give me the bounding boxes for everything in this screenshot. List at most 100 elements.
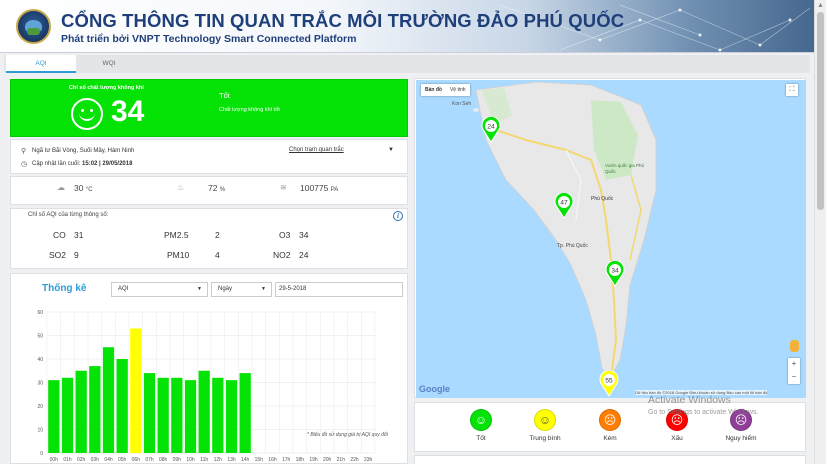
aqi-label: Chỉ số chất lượng không khí — [69, 85, 144, 91]
info-icon[interactable]: i — [393, 211, 403, 221]
y-tick-label: 50 — [37, 334, 43, 340]
chart-bar — [171, 377, 183, 453]
smile-icon: ☺ — [470, 409, 492, 431]
station-marker[interactable]: 55 — [599, 371, 619, 397]
period-select-value: Ngày — [218, 286, 233, 292]
station-marker[interactable]: 47 — [554, 193, 574, 219]
x-tick-label: 17h — [282, 457, 291, 463]
x-tick-label: 12h — [214, 457, 223, 463]
island-map[interactable] — [416, 80, 806, 398]
component-value: 4 — [215, 250, 220, 260]
tab-aqi[interactable]: AQI — [6, 55, 76, 73]
temperature-value: 30 — [74, 183, 84, 193]
marker-value: 55 — [605, 378, 613, 385]
legend-label: Trung bình — [529, 435, 561, 442]
smile-icon — [71, 98, 103, 130]
y-tick-label: 60 — [37, 310, 43, 316]
y-tick-label: 10 — [37, 428, 43, 434]
map-label: Kon Seh — [452, 101, 472, 107]
type-select[interactable]: AQI ▼ — [111, 282, 208, 297]
page-title: CỔNG THÔNG TIN QUAN TRẮC MÔI TRƯỜNG ĐẢO … — [61, 10, 625, 31]
x-tick-label: 05h — [118, 457, 127, 463]
pressure-unit: PA — [330, 187, 339, 193]
location-panel: ⚲ Ngã tư Bãi Vòng, Suối Mây, Hàm Ninh ◷ … — [10, 139, 408, 174]
humidity-unit: % — [219, 187, 226, 193]
google-logo: Google — [419, 384, 450, 394]
temperature-reading: 30 °C — [74, 183, 93, 193]
x-tick-label: 15h — [255, 457, 264, 463]
x-tick-label: 04h — [104, 457, 113, 463]
windows-watermark-title: Activate Windows — [648, 394, 731, 406]
chart-bar — [48, 380, 60, 453]
map-view-button[interactable]: Bản đồ — [421, 84, 446, 96]
y-tick-label: 20 — [37, 404, 43, 410]
y-tick-label: 40 — [37, 357, 43, 363]
x-tick-label: 21h — [337, 457, 346, 463]
component-value: 24 — [299, 250, 309, 260]
sad-icon: ☹ — [599, 409, 621, 431]
component-name: SO2 — [49, 250, 67, 260]
last-updated-value: 15:02 | 29/05/2018 — [82, 161, 133, 167]
station-marker[interactable]: 34 — [605, 261, 625, 287]
scroll-thumb[interactable] — [817, 12, 824, 210]
marker-value: 24 — [487, 124, 495, 131]
page-scrollbar[interactable]: ▲ — [814, 0, 826, 464]
street-view-icon[interactable] — [790, 340, 799, 352]
station-address: Ngã tư Bãi Vòng, Suối Mây, Hàm Ninh — [32, 148, 135, 154]
station-select[interactable]: Chọn trạm quan trắc — [289, 147, 344, 153]
aqi-value: 34 — [111, 95, 145, 128]
map-type-control[interactable]: Bản đồ Vệ tinh — [421, 84, 470, 96]
x-tick-label: 01h — [63, 457, 72, 463]
marker-value: 47 — [560, 200, 568, 207]
x-tick-label: 23h — [364, 457, 373, 463]
component-name: NO2 — [273, 250, 291, 260]
aqi-description: Chất lượng không khí tốt — [219, 107, 280, 113]
windows-watermark-text: Go to Settings to activate Windows. — [648, 409, 759, 416]
legend-item: ☺ Trung bình — [520, 409, 570, 442]
aqi-status: Tốt — [219, 91, 230, 100]
chart-bar — [61, 377, 74, 453]
legend-item: ☺ Tốt — [456, 409, 506, 442]
last-updated: Cập nhật lần cuối: 15:02 | 29/05/2018 — [32, 161, 132, 167]
page-header: CỔNG THÔNG TIN QUAN TRẮC MÔI TRƯỜNG ĐẢO … — [0, 0, 814, 53]
zoom-out-icon[interactable]: − — [788, 371, 800, 384]
station-marker[interactable]: 24 — [481, 117, 501, 143]
zoom-in-icon[interactable]: + — [788, 358, 800, 371]
chart-bar — [212, 377, 224, 453]
zoom-control[interactable]: + − — [788, 358, 800, 384]
component-value: 31 — [74, 230, 84, 240]
chevron-down-icon[interactable]: ▼ — [388, 147, 394, 153]
legend-label: Tốt — [476, 435, 486, 442]
tab-bar: AQI WQI — [4, 55, 810, 73]
chart-bar — [184, 380, 197, 453]
fullscreen-icon[interactable]: ⛶ — [786, 84, 798, 96]
components-panel: Chỉ số AQI của từng thông số: i CO 31 PM… — [10, 208, 408, 269]
component-value: 2 — [215, 230, 220, 240]
component-name: CO — [53, 230, 66, 240]
component-name: PM2.5 — [164, 230, 189, 240]
marker-value: 34 — [611, 268, 619, 275]
chevron-down-icon: ▼ — [197, 286, 202, 292]
chart-bar — [157, 377, 169, 453]
map-panel[interactable]: Bản đồ Vệ tinh ⛶ Kon Seh Vườn quốc gia P… — [414, 78, 806, 398]
chart-bar — [130, 328, 142, 453]
period-select[interactable]: Ngày ▼ — [211, 282, 272, 297]
chart-bar — [89, 366, 101, 453]
component-name: PM10 — [167, 250, 190, 260]
aqi-bar-chart: 0 10 20 30 40 50 60 00h 01h 02h 03h 04h 05h 06h 07h 08h… — [37, 310, 376, 463]
weather-panel: ☁ 30 °C ♨ 72 % ≋ 100775 PA — [10, 176, 408, 205]
date-input[interactable]: 29-5-2018 — [275, 282, 403, 297]
components-title: Chỉ số AQI của từng thông số: — [28, 212, 109, 218]
last-updated-label: Cập nhật lần cuối: — [32, 161, 81, 167]
logo — [16, 9, 51, 44]
humidity-value: 72 — [208, 183, 218, 193]
tab-wqi[interactable]: WQI — [76, 55, 142, 73]
x-tick-label: 03h — [91, 457, 100, 463]
x-tick-label: 02h — [77, 457, 86, 463]
satellite-view-button[interactable]: Vệ tinh — [446, 84, 470, 96]
chart-bar — [102, 347, 115, 453]
x-tick-label: 08h — [159, 457, 168, 463]
chart-bar — [75, 370, 87, 453]
x-tick-label: 16h — [268, 457, 277, 463]
scroll-up-icon[interactable]: ▲ — [817, 2, 824, 9]
